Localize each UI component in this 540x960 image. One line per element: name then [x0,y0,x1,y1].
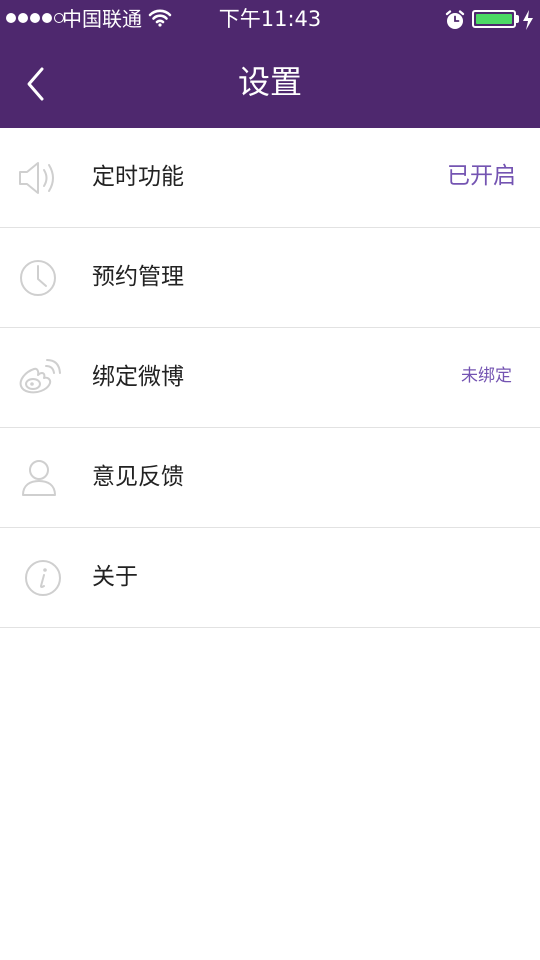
weibo-bind-status: 未绑定 [461,366,512,386]
speaker-icon [16,155,62,201]
settings-item-bind-weibo[interactable]: 绑定微博 未绑定 [0,328,540,428]
settings-item-label: 定时功能 [92,164,184,190]
user-icon [16,455,62,501]
settings-item-about[interactable]: 关于 [0,528,540,628]
weibo-icon [16,355,62,401]
battery-level [476,14,512,24]
page-title: 设置 [237,63,302,101]
battery-cap [516,15,519,23]
header: 中国联通 下午11:43 设置 [0,0,540,128]
settings-item-label: 绑定微博 [92,364,184,390]
info-icon [16,555,62,601]
clock-icon [16,255,62,301]
chevron-left-icon [27,67,44,101]
settings-item-timer[interactable]: 定时功能 已开启 [0,128,540,228]
timer-status: 已开启 [447,163,516,189]
alarm-clock-icon [443,8,467,36]
status-bar: 中国联通 下午11:43 [0,0,540,40]
settings-list: 定时功能 已开启 预约管理 绑定微博 未绑定 意见反馈 关于 [0,128,540,628]
settings-item-reservations[interactable]: 预约管理 [0,228,540,328]
settings-item-feedback[interactable]: 意见反馈 [0,428,540,528]
settings-item-label: 意见反馈 [92,464,184,490]
settings-item-label: 预约管理 [92,264,184,290]
back-button[interactable] [12,60,60,108]
settings-item-label: 关于 [92,564,138,590]
navigation-bar: 设置 [0,40,540,128]
charging-bolt-icon [522,10,534,34]
battery-icon [472,10,516,28]
